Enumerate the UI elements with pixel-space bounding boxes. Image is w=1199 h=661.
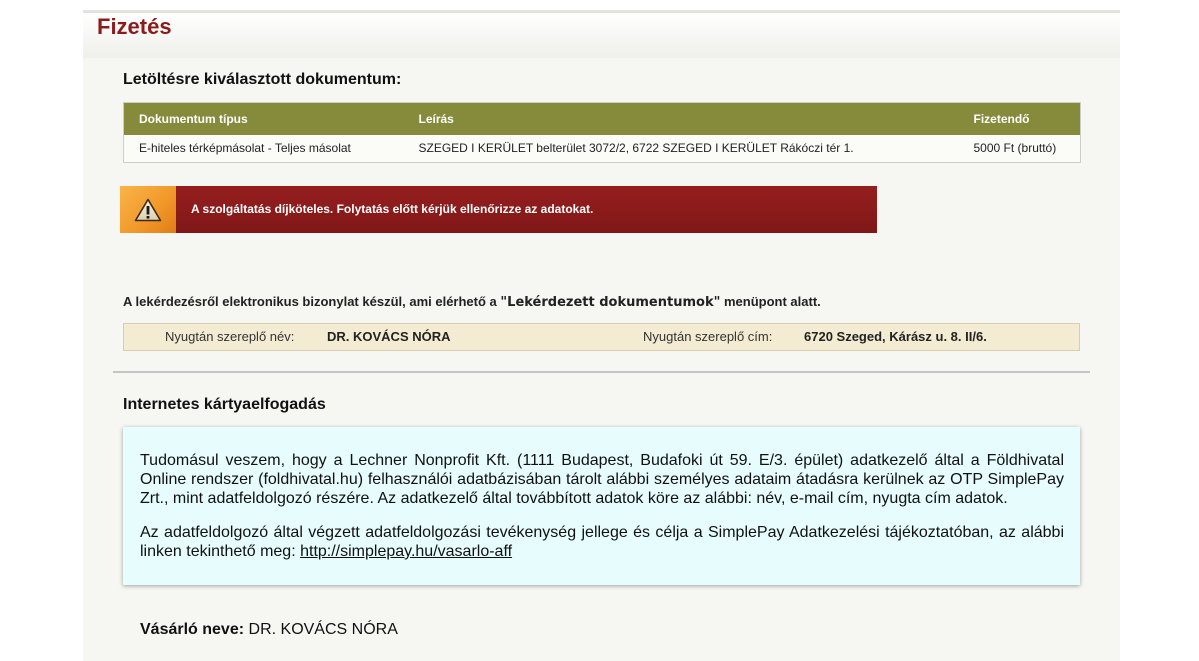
data-transfer-consent-box: Tudomásul veszem, hogy a Lechner Nonprof… [123,427,1080,585]
table-header: Dokumentum típus Leírás Fizetendő [123,102,1081,135]
document-table: Dokumentum típus Leírás Fizetendő E-hite… [123,102,1081,163]
panel-header [83,10,1120,58]
cell-description: SZEGED I KERÜLET belterület 3072/2, 6722… [403,134,959,163]
receipt-notice-prefix: A lekérdezésről elektronikus bizonylat k… [123,294,501,309]
column-header-amount: Fizetendő [958,102,1081,135]
warning-banner: A szolgáltatás díjköteles. Folytatás elő… [120,186,877,233]
receipt-address-label: Nyugtán szereplő cím: [643,329,773,344]
cell-amount: 5000 Ft (bruttó) [958,134,1081,163]
receipt-name-label: Nyugtán szereplő név: [165,329,295,344]
warning-message: A szolgáltatás díjköteles. Folytatás elő… [176,186,877,233]
warning-icon-box [120,186,176,233]
warning-triangle-icon [134,198,162,221]
buyer-name: Vásárló neve: DR. KOVÁCS NÓRA [140,620,398,640]
consent-paragraph-2: Az adatfeldolgozó által végzett adatfeld… [140,523,1064,561]
simplepay-privacy-link[interactable]: http://simplepay.hu/vasarlo-aff [300,543,512,560]
document-section-heading: Letöltésre kiválasztott dokumentum: [123,71,402,88]
receipt-details-box: Nyugtán szereplő név: DR. KOVÁCS NÓRA Ny… [123,323,1080,351]
receipt-name-value: DR. KOVÁCS NÓRA [327,329,451,344]
receipt-address-value: 6720 Szeged, Kárász u. 8. II/6. [804,329,987,344]
panel-top-strip [83,0,1120,10]
section-divider [113,371,1090,373]
column-header-description: Leírás [403,102,959,135]
page-title: Fizetés [97,14,172,39]
card-section-heading: Internetes kártyaelfogadás [123,396,326,413]
cell-document-type: E-hiteles térképmásolat - Teljes másolat [123,134,404,163]
consent-paragraph-1: Tudomásul veszem, hogy a Lechner Nonprof… [140,452,1064,507]
table-header-row: Dokumentum típus Leírás Fizetendő [123,102,1081,135]
receipt-notice: A lekérdezésről elektronikus bizonylat k… [123,294,821,311]
buyer-name-value: DR. KOVÁCS NÓRA [248,621,398,638]
consent-paragraph-2-text: Az adatfeldolgozó által végzett adatfeld… [140,524,1064,560]
receipt-notice-menu-name: "Lekérdezett dokumentumok" [500,295,721,310]
column-header-document-type: Dokumentum típus [123,102,404,135]
receipt-notice-suffix: menüpont alatt. [720,294,821,309]
table-row: E-hiteles térképmásolat - Teljes másolat… [123,134,1081,163]
buyer-name-label: Vásárló neve: [140,621,245,638]
